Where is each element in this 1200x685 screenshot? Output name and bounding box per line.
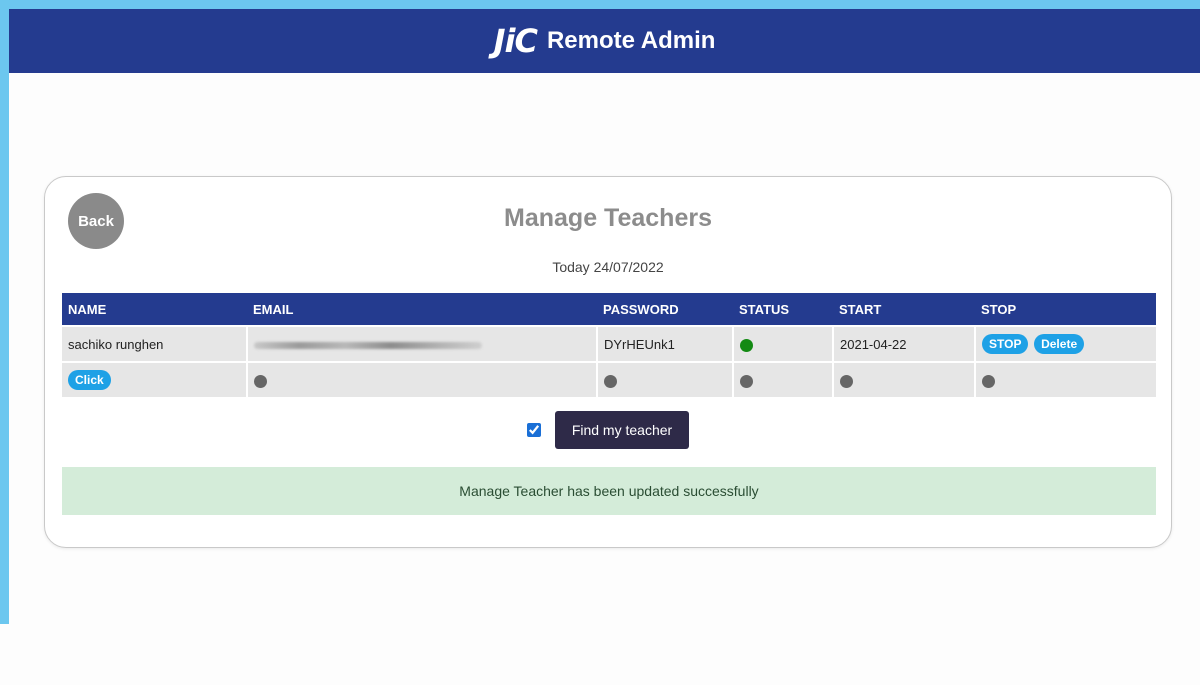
column-header-email: EMAIL	[247, 293, 597, 326]
jic-logo: JiC	[493, 22, 538, 60]
status-dot	[254, 374, 267, 388]
status-status-cell	[733, 361, 834, 397]
app-title: Remote Admin	[546, 27, 716, 54]
start-status-cell	[833, 361, 976, 397]
click-button[interactable]: Click	[68, 370, 111, 390]
stop-button[interactable]: STOP	[982, 334, 1029, 354]
page-title: Manage Teachers	[504, 204, 712, 232]
today-date: Today 24/07/2022	[552, 259, 664, 275]
delete-button[interactable]: Delete	[1034, 334, 1085, 354]
status-dot	[740, 374, 753, 388]
column-header-name: NAME	[62, 293, 247, 326]
column-header-password: PASSWORD	[597, 293, 733, 326]
click-cell: Click	[62, 361, 248, 397]
teacher-name: sachiko runghen	[62, 325, 248, 362]
status-dot	[982, 374, 995, 388]
column-header-status: STATUS	[733, 293, 833, 326]
column-header-stop: STOP	[975, 293, 1156, 326]
status-dot	[604, 374, 617, 388]
page: JiC Remote Admin Back Manage Teachers To…	[9, 9, 1200, 685]
find-controls: Find my teacher	[45, 411, 1171, 449]
manage-teachers-card: Back Manage Teachers Today 24/07/2022 NA…	[44, 176, 1172, 548]
page-edge	[0, 624, 9, 685]
teacher-start-date: 2021-04-22	[833, 325, 976, 362]
status-dot	[840, 374, 853, 388]
status-active-dot	[740, 338, 753, 352]
blurred-email	[254, 341, 482, 349]
find-my-teacher-button[interactable]: Find my teacher	[554, 411, 690, 449]
teacher-password: DYrHEUnk1	[597, 325, 734, 362]
alert-message: Manage Teacher has been updated successf…	[459, 483, 759, 499]
teacher-email-cell	[247, 325, 598, 362]
teachers-table: NAME EMAIL PASSWORD STATUS START STOP sa…	[62, 293, 1156, 397]
column-header-start: START	[833, 293, 975, 326]
password-status-cell	[597, 361, 734, 397]
table-row: Click	[62, 361, 1156, 397]
find-checkbox[interactable]	[526, 423, 541, 437]
actions-cell: STOP Delete	[975, 325, 1156, 362]
table-row: sachiko runghen DYrHEUnk1 2021-04-22 STO…	[62, 325, 1156, 362]
success-alert: Manage Teacher has been updated successf…	[62, 467, 1156, 515]
email-status-cell	[247, 361, 598, 397]
table-header-row: NAME EMAIL PASSWORD STATUS START STOP	[62, 293, 1156, 326]
status-cell	[733, 325, 834, 362]
top-bar: JiC Remote Admin	[9, 9, 1200, 73]
stop-status-cell	[975, 361, 1156, 397]
